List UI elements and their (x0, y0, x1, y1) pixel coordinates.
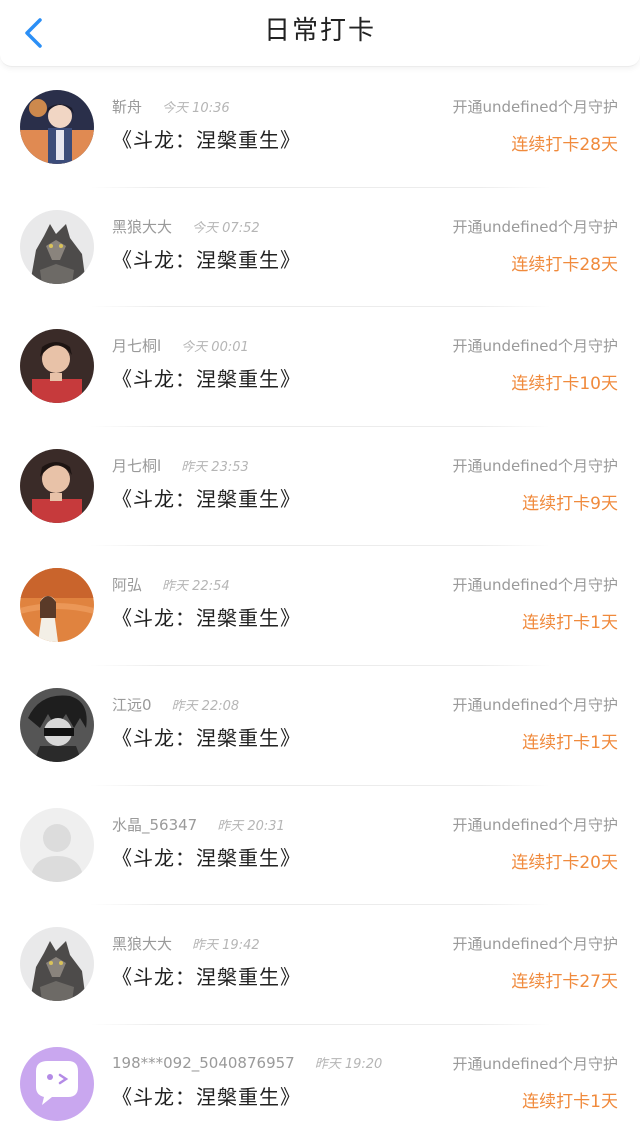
checkin-time: 昨天 19:42 (192, 938, 260, 954)
username[interactable]: 黑狼大大 (112, 935, 172, 953)
guard-status: 开通undefined个月守护 (452, 576, 618, 595)
avatar[interactable] (20, 448, 94, 523)
checkin-time: 昨天 22:54 (162, 579, 230, 595)
book-title: 《斗龙：涅槃重生》 (112, 367, 301, 392)
book-title: 《斗龙：涅槃重生》 (112, 725, 301, 750)
username[interactable]: 靳舟 (112, 98, 142, 116)
book-title: 《斗龙：涅槃重生》 (112, 247, 301, 272)
meta-line: 黑狼大大 今天 07:52 (112, 216, 260, 237)
meta-line: 月七桐l 昨天 23:53 (112, 455, 249, 476)
streak-count: 连续打卡20天 (511, 852, 618, 873)
meta-line: 月七桐l 今天 00:01 (112, 335, 249, 356)
checkin-row[interactable]: 黑狼大大 昨天 19:42 《斗龙：涅槃重生》 开通undefined个月守护 连… (0, 905, 640, 1025)
checkin-time: 昨天 19:20 (314, 1056, 383, 1072)
checkin-time: 今天 00:01 (181, 340, 249, 356)
avatar[interactable] (20, 927, 94, 1002)
meta-line: 198***092_5040876957 昨天 19:20 (112, 1053, 382, 1072)
book-title: 《斗龙：涅槃重生》 (112, 486, 301, 511)
meta-line: 水晶_56347 昨天 20:31 (112, 814, 285, 835)
avatar[interactable] (20, 687, 94, 762)
username[interactable]: 月七桐l (112, 337, 161, 355)
checkin-time: 昨天 23:53 (181, 459, 249, 475)
streak-count: 连续打卡1天 (522, 613, 618, 634)
page-title: 日常打卡 (263, 16, 376, 46)
meta-line: 靳舟 今天 10:36 (112, 96, 230, 117)
meta-line: 阿弘 昨天 22:54 (112, 574, 230, 595)
guard-status: 开通undefined个月守护 (452, 695, 618, 714)
checkin-list: 靳舟 今天 10:36 《斗龙：涅槃重生》 开通undefined个月守护 连续打… (0, 68, 640, 1144)
username[interactable]: 阿弘 (112, 576, 142, 594)
streak-count: 连续打卡28天 (511, 254, 618, 275)
meta-line: 江远0 昨天 22:08 (112, 694, 239, 715)
streak-count: 连续打卡10天 (511, 374, 618, 395)
book-title: 《斗龙：涅槃重生》 (112, 606, 301, 631)
streak-count: 连续打卡1天 (522, 1091, 618, 1112)
checkin-row[interactable]: 靳舟 今天 10:36 《斗龙：涅槃重生》 开通undefined个月守护 连续打… (0, 68, 640, 188)
guard-status: 开通undefined个月守护 (452, 98, 618, 116)
checkin-time: 昨天 22:08 (171, 698, 240, 714)
checkin-row[interactable]: 198***092_5040876957 昨天 19:20 《斗龙：涅槃重生》 开… (0, 1025, 640, 1144)
checkin-row[interactable]: 江远0 昨天 22:08 《斗龙：涅槃重生》 开通undefined个月守护 连续… (0, 666, 640, 786)
streak-count: 连续打卡27天 (511, 972, 618, 993)
book-title: 《斗龙：涅槃重生》 (112, 1084, 301, 1109)
avatar[interactable] (20, 568, 94, 643)
top-bar: 日常打卡 (0, 0, 640, 67)
streak-count: 连续打卡1天 (522, 732, 618, 753)
username[interactable]: 198***092_5040876957 (112, 1054, 295, 1072)
guard-status: 开通undefined个月守护 (452, 217, 618, 236)
guard-status: 开通undefined个月守护 (452, 456, 618, 475)
checkin-row[interactable]: 阿弘 昨天 22:54 《斗龙：涅槃重生》 开通undefined个月守护 连续打… (0, 546, 640, 666)
guard-status: 开通undefined个月守护 (452, 935, 618, 954)
checkin-time: 今天 10:36 (162, 101, 230, 116)
checkin-row[interactable]: 月七桐l 今天 00:01 《斗龙：涅槃重生》 开通undefined个月守护 连… (0, 307, 640, 427)
avatar[interactable] (20, 90, 94, 164)
book-title: 《斗龙：涅槃重生》 (112, 965, 301, 990)
username[interactable]: 黑狼大大 (112, 218, 172, 236)
guard-status: 开通undefined个月守护 (452, 1054, 618, 1073)
streak-count: 连续打卡9天 (522, 493, 618, 514)
book-title: 《斗龙：涅槃重生》 (112, 845, 301, 870)
username[interactable]: 江远0 (112, 696, 152, 714)
avatar[interactable] (20, 329, 94, 404)
checkin-row[interactable]: 黑狼大大 今天 07:52 《斗龙：涅槃重生》 开通undefined个月守护 连… (0, 188, 640, 308)
username[interactable]: 月七桐l (112, 457, 161, 475)
avatar[interactable] (20, 807, 94, 882)
avatar[interactable] (20, 209, 94, 284)
checkin-time: 昨天 20:31 (217, 818, 285, 834)
checkin-time: 今天 07:52 (192, 220, 260, 236)
book-title: 《斗龙：涅槃重生》 (112, 128, 301, 152)
meta-line: 黑狼大大 昨天 19:42 (112, 933, 260, 954)
avatar[interactable] (20, 1046, 94, 1121)
checkin-row[interactable]: 水晶_56347 昨天 20:31 《斗龙：涅槃重生》 开通undefined个月… (0, 786, 640, 906)
guard-status: 开通undefined个月守护 (452, 337, 618, 356)
checkin-row[interactable]: 月七桐l 昨天 23:53 《斗龙：涅槃重生》 开通undefined个月守护 连… (0, 427, 640, 547)
guard-status: 开通undefined个月守护 (452, 815, 618, 834)
username[interactable]: 水晶_56347 (112, 816, 197, 834)
streak-count: 连续打卡28天 (511, 135, 618, 155)
